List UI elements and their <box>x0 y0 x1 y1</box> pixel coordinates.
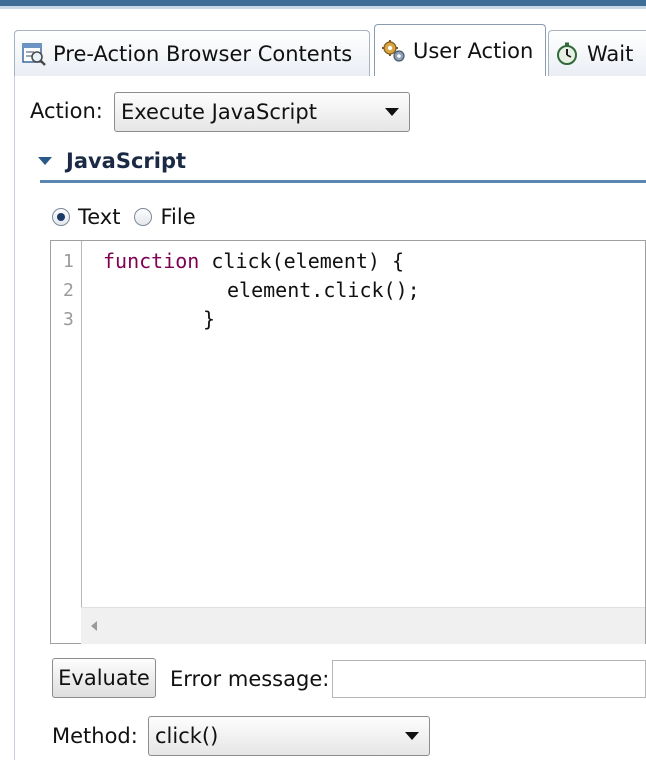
code-keyword: function <box>103 249 200 273</box>
error-message-label-text: Error message: <box>170 667 330 691</box>
horizontal-scrollbar[interactable] <box>81 607 645 644</box>
browser-contents-icon <box>21 41 47 67</box>
line-number: 1 <box>63 251 74 272</box>
line-number: 3 <box>63 309 74 330</box>
panel-border <box>14 76 15 760</box>
section-title: JavaScript <box>66 149 187 173</box>
method-select-value: click() <box>155 724 219 748</box>
code-text: element.click(); <box>227 278 420 302</box>
scroll-left-arrow-icon[interactable] <box>91 621 97 631</box>
method-label: Method: <box>52 716 138 756</box>
source-radio-group: Text File <box>52 200 196 234</box>
action-label: Action: <box>30 99 103 123</box>
evaluate-button[interactable]: Evaluate <box>52 658 156 698</box>
tab-label: User Action <box>413 38 534 63</box>
code-text: } <box>203 307 216 331</box>
tab-label: Pre-Action Browser Contents <box>53 41 353 66</box>
file-radio[interactable] <box>134 208 153 226</box>
tab-user-action[interactable]: User Action <box>374 24 546 76</box>
javascript-section-header[interactable]: JavaScript <box>38 144 186 178</box>
tab-pre-action-browser-contents[interactable]: Pre-Action Browser Contents <box>14 30 370 76</box>
tab-label: Wait <box>587 41 634 66</box>
error-message-field[interactable] <box>332 660 646 698</box>
chevron-down-icon <box>385 108 399 116</box>
code-line[interactable]: } <box>203 307 215 331</box>
code-line[interactable]: element.click(); <box>227 278 420 302</box>
line-number-gutter: 1 2 3 <box>51 241 82 607</box>
text-radio[interactable] <box>52 208 70 226</box>
file-radio-label[interactable]: File <box>160 205 195 229</box>
section-divider <box>40 180 646 183</box>
action-select[interactable]: Execute JavaScript <box>114 92 410 132</box>
window-top-highlight <box>0 6 646 9</box>
evaluate-button-label: Evaluate <box>58 666 150 690</box>
method-label-text: Method: <box>52 724 138 748</box>
tab-wait[interactable]: Wait <box>548 30 646 76</box>
tab-bar: Pre-Action Browser Contents User Action <box>0 22 646 80</box>
method-select[interactable]: click() <box>148 716 430 756</box>
action-row: Action: <box>30 90 103 132</box>
chevron-down-icon <box>405 732 419 740</box>
error-message-label: Error message: <box>170 659 329 699</box>
gears-icon <box>381 38 407 64</box>
line-number: 2 <box>63 280 74 301</box>
action-select-value: Execute JavaScript <box>121 100 317 124</box>
stopwatch-icon <box>555 41 581 67</box>
code-line[interactable]: function click(element) { <box>103 249 404 273</box>
collapse-triangle-icon <box>38 157 52 165</box>
text-radio-label[interactable]: Text <box>78 205 120 229</box>
code-text: click(element) { <box>199 249 405 273</box>
javascript-editor[interactable]: 1 2 3 function click(element) { element.… <box>50 240 646 644</box>
